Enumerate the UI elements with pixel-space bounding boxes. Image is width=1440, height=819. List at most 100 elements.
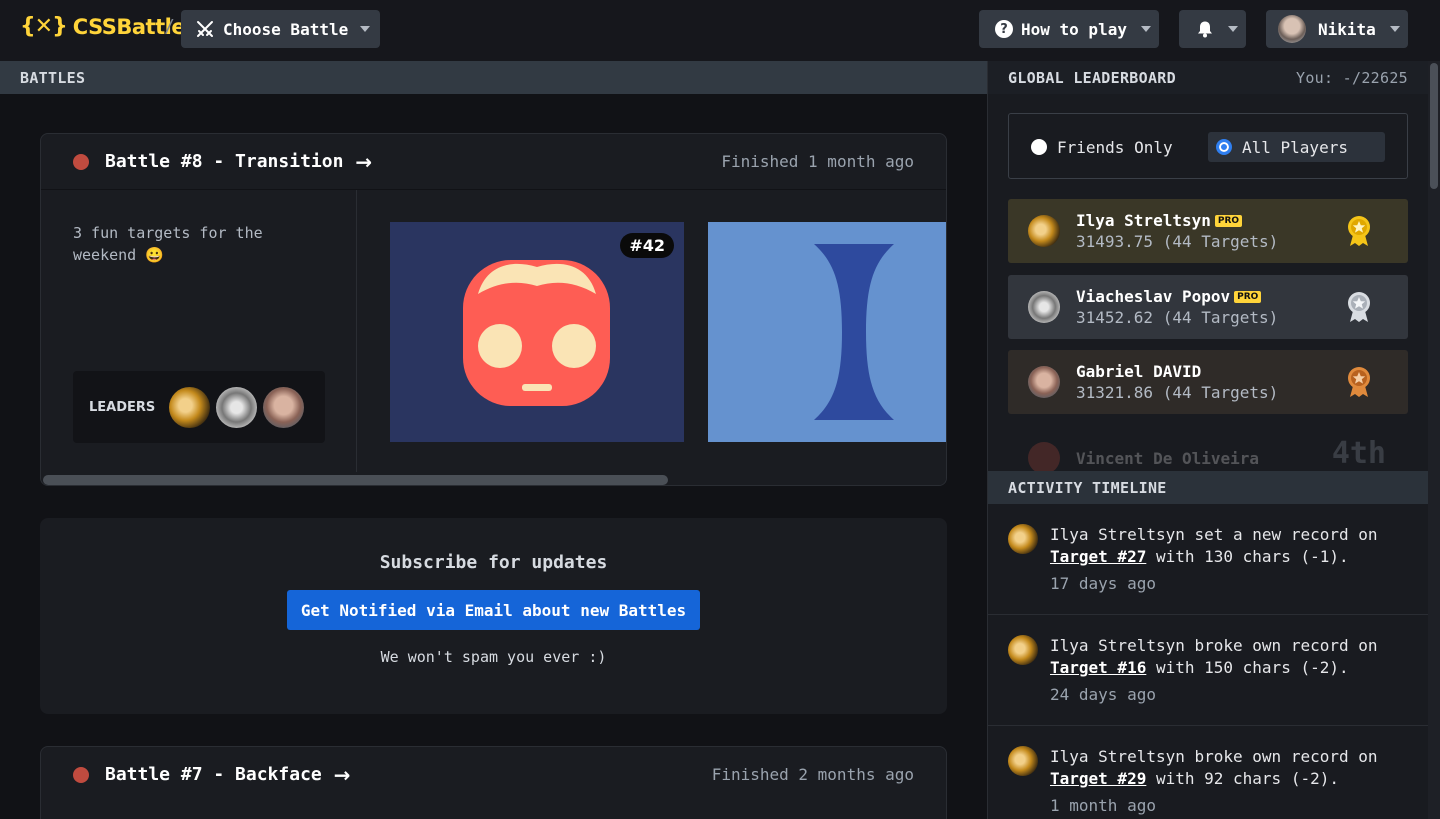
target-thumbnail[interactable]: #42 (390, 222, 684, 442)
player-name[interactable]: Gabriel DAVID (1076, 362, 1201, 381)
target-thumbnail[interactable] (708, 222, 946, 442)
battles-panel: Battle #8 - Transition → Finished 1 mont… (0, 94, 987, 819)
battle-status: Finished 1 month ago (721, 152, 914, 171)
activity-text: Ilya Streltsyn broke own record on Targe… (1050, 746, 1400, 790)
activity-detail: with 130 chars (-1). (1146, 547, 1349, 566)
scrollbar-thumb[interactable] (43, 475, 668, 485)
leaders-box: LEADERS (73, 371, 325, 443)
how-to-play-button[interactable]: ? How to play (979, 10, 1159, 48)
battle-title[interactable]: Battle #8 - Transition (105, 151, 343, 172)
your-rank: You: -/22625 (1296, 68, 1408, 87)
avatar (1028, 291, 1060, 323)
battle-card-body: 3 fun targets for the weekend 😀 LEADERS (41, 189, 946, 485)
question-icon: ? (995, 20, 1013, 38)
activity-time: 1 month ago (1050, 796, 1156, 815)
leaders-label: LEADERS (89, 399, 156, 415)
target-link[interactable]: Target #27 (1050, 547, 1146, 566)
activity-item: Ilya Streltsyn set a new record on Targe… (988, 504, 1428, 615)
activity-detail: with 92 chars (-2). (1146, 769, 1339, 788)
player-name[interactable]: Ilya Streltsyn (1076, 211, 1211, 230)
filter-label: Friends Only (1057, 137, 1173, 157)
swords-icon (197, 21, 213, 37)
leaderboard-panel: Friends Only All Players Ilya Streltsyn P… (988, 94, 1428, 819)
activity-header: ACTIVITY TIMELINE (988, 471, 1428, 504)
player-name[interactable]: Viacheslav Popov (1076, 287, 1230, 306)
horizontal-scrollbar[interactable] (41, 473, 946, 485)
chevron-down-icon (1140, 26, 1151, 32)
activity-item: Ilya Streltsyn broke own record on Targe… (988, 615, 1428, 726)
activity-text: Ilya Streltsyn set a new record on Targe… (1050, 524, 1400, 568)
leaderboard-row[interactable]: Gabriel DAVID 31321.86 (44 Targets) (1008, 350, 1408, 414)
target-link[interactable]: Target #16 (1050, 658, 1146, 677)
arrow-right-icon[interactable]: → (334, 763, 351, 787)
activity-time: 17 days ago (1050, 574, 1156, 593)
chevron-down-icon (360, 26, 371, 32)
activity-description: Ilya Streltsyn broke own record on (1050, 747, 1378, 766)
activity-time: 24 days ago (1050, 685, 1156, 704)
subscribe-note: We won't spam you ever :) (380, 648, 607, 666)
avatar[interactable] (1008, 524, 1038, 554)
activity-detail: with 150 chars (-2). (1146, 658, 1349, 677)
activity-description: Ilya Streltsyn set a new record on (1050, 525, 1378, 544)
avatar (1028, 366, 1060, 398)
battles-header: BATTLES (0, 61, 987, 94)
filter-label: All Players (1242, 137, 1348, 157)
battle-card-header[interactable]: Battle #7 - Backface → Finished 2 months… (41, 747, 946, 802)
choose-battle-button[interactable]: Choose Battle (181, 10, 380, 48)
battle-title[interactable]: Battle #7 - Backface (105, 764, 322, 785)
leaderboard-header: GLOBAL LEADERBOARD You: -/22625 (988, 61, 1428, 94)
avatar[interactable] (216, 386, 258, 428)
notifications-button[interactable] (1179, 10, 1246, 48)
avatar[interactable] (1008, 746, 1038, 776)
leaderboard-row[interactable]: Ilya Streltsyn PRO 31493.75 (44 Targets) (1008, 199, 1408, 263)
scrollbar-thumb[interactable] (1430, 63, 1438, 189)
status-dot (73, 766, 89, 783)
radio-unchecked-icon[interactable] (1031, 139, 1047, 155)
arrow-right-icon[interactable]: → (355, 150, 372, 174)
target-shape-image (814, 244, 894, 420)
chevron-down-icon (1228, 26, 1238, 32)
bell-icon (1198, 21, 1212, 38)
avatar[interactable] (263, 386, 305, 428)
activity-description: Ilya Streltsyn broke own record on (1050, 636, 1378, 655)
target-link[interactable]: Target #29 (1050, 769, 1146, 788)
player-name[interactable]: Vincent De Oliveira (1076, 449, 1259, 468)
activity-text: Ilya Streltsyn broke own record on Targe… (1050, 635, 1400, 679)
notify-email-button[interactable]: Get Notified via Email about new Battles (287, 590, 700, 630)
subscribe-panel: Subscribe for updates Get Notified via E… (40, 518, 947, 714)
battle-description: 3 fun targets for the weekend 😀 (73, 224, 263, 264)
target-badge: #42 (620, 233, 674, 258)
filter-all-players[interactable]: All Players (1208, 132, 1385, 162)
chevron-down-icon (1389, 26, 1400, 32)
battle-info: 3 fun targets for the weekend 😀 LEADERS (41, 190, 357, 472)
avatar[interactable] (169, 386, 211, 428)
top-bar: {✕} CSSBattle / Choose Battle ? How to p… (0, 0, 1440, 60)
status-dot (73, 153, 89, 170)
user-menu-button[interactable]: Nikita (1266, 10, 1408, 48)
player-score: 31452.62 (44 Targets) (1076, 308, 1279, 327)
player-score: 31493.75 (44 Targets) (1076, 232, 1279, 251)
player-score: 31321.86 (44 Targets) (1076, 383, 1279, 402)
targets-carousel: #42 (390, 222, 946, 442)
choose-battle-label: Choose Battle (223, 19, 349, 39)
leaderboard-row[interactable]: Viacheslav Popov PRO 31452.62 (44 Targets… (1008, 275, 1408, 339)
avatar (1028, 215, 1060, 247)
avatar[interactable] (1008, 635, 1038, 665)
logo[interactable]: {✕} CSSBattle (20, 14, 186, 39)
radio-checked-icon[interactable] (1216, 139, 1232, 155)
avatar (1028, 442, 1060, 474)
pro-badge: PRO (1214, 215, 1243, 227)
silver-medal-icon (1346, 291, 1372, 323)
activity-item: Ilya Streltsyn broke own record on Targe… (988, 726, 1428, 819)
battle-card: Battle #8 - Transition → Finished 1 mont… (40, 133, 947, 486)
battle-card-header[interactable]: Battle #8 - Transition → Finished 1 mont… (41, 134, 946, 189)
user-name: Nikita (1318, 19, 1376, 39)
gold-medal-icon (1346, 215, 1372, 247)
vertical-scrollbar[interactable] (1428, 61, 1440, 819)
battle-status: Finished 2 months ago (711, 765, 914, 784)
filter-friends-only[interactable]: Friends Only (1023, 132, 1187, 162)
subscribe-title: Subscribe for updates (379, 552, 608, 573)
how-to-play-label: How to play (1021, 19, 1127, 39)
leaderboard-filter: Friends Only All Players (1008, 113, 1408, 179)
pro-badge: PRO (1234, 291, 1262, 303)
